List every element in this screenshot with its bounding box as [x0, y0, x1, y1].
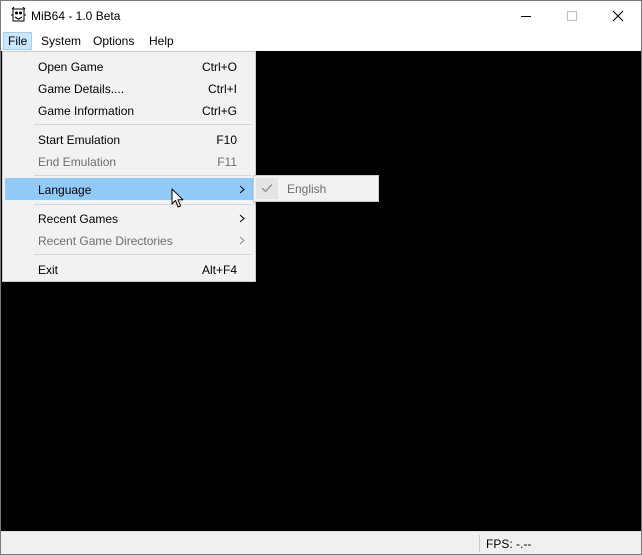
file-dropdown-menu: Open Game Ctrl+O Game Details.... Ctrl+I…: [2, 51, 256, 282]
checkmark-icon: [261, 184, 273, 193]
menu-item-language[interactable]: Language: [5, 178, 253, 200]
close-button[interactable]: [595, 1, 641, 31]
menu-item-game-information[interactable]: Game Information Ctrl+G: [5, 99, 253, 121]
menu-item-english: English: [255, 177, 377, 200]
chevron-right-icon: [239, 214, 245, 223]
menu-item-start-emulation[interactable]: Start Emulation F10: [5, 128, 253, 150]
app-icon: [10, 6, 27, 24]
status-bar: FPS: -.--: [1, 531, 641, 554]
menu-item-recent-games[interactable]: Recent Games: [5, 207, 253, 229]
shortcut-label: Alt+F4: [201, 263, 237, 277]
shortcut-label: Ctrl+O: [201, 60, 237, 74]
menu-file[interactable]: File: [3, 32, 33, 50]
maximize-button[interactable]: [549, 1, 595, 31]
status-divider: [479, 535, 480, 552]
menu-options[interactable]: Options: [88, 32, 139, 50]
menu-bar: File System Options Help: [1, 31, 641, 51]
menu-item-open-game[interactable]: Open Game Ctrl+O: [5, 55, 253, 77]
shortcut-label: F10: [216, 133, 237, 147]
shortcut-label: Ctrl+I: [207, 82, 237, 96]
shortcut-label: F11: [217, 155, 237, 169]
minimize-icon: [521, 16, 531, 17]
title-bar: MiB64 - 1.0 Beta: [1, 1, 641, 31]
menu-separator: [34, 204, 251, 205]
window-title: MiB64 - 1.0 Beta: [31, 9, 121, 23]
menu-system[interactable]: System: [36, 32, 86, 50]
close-icon: [612, 10, 624, 22]
menu-item-game-details[interactable]: Game Details.... Ctrl+I: [5, 77, 253, 99]
fps-readout: FPS: -.--: [486, 537, 532, 551]
chevron-right-icon: [239, 236, 245, 245]
chevron-right-icon: [239, 185, 245, 194]
menu-item-recent-game-directories: Recent Game Directories: [5, 229, 253, 251]
main-window: MiB64 - 1.0 Beta File System Options Hel…: [0, 0, 642, 555]
menu-separator: [34, 124, 251, 125]
mouse-cursor-icon: [171, 188, 184, 208]
menu-separator: [34, 254, 251, 255]
menu-item-end-emulation: End Emulation F11: [38, 155, 237, 169]
language-submenu: English: [253, 175, 379, 202]
menu-item-exit[interactable]: Exit Alt+F4: [5, 258, 253, 280]
menu-help[interactable]: Help: [144, 32, 179, 50]
minimize-button[interactable]: [503, 1, 549, 31]
shortcut-label: Ctrl+G: [201, 104, 237, 118]
maximize-icon: [567, 11, 577, 21]
menu-separator: [34, 175, 251, 176]
